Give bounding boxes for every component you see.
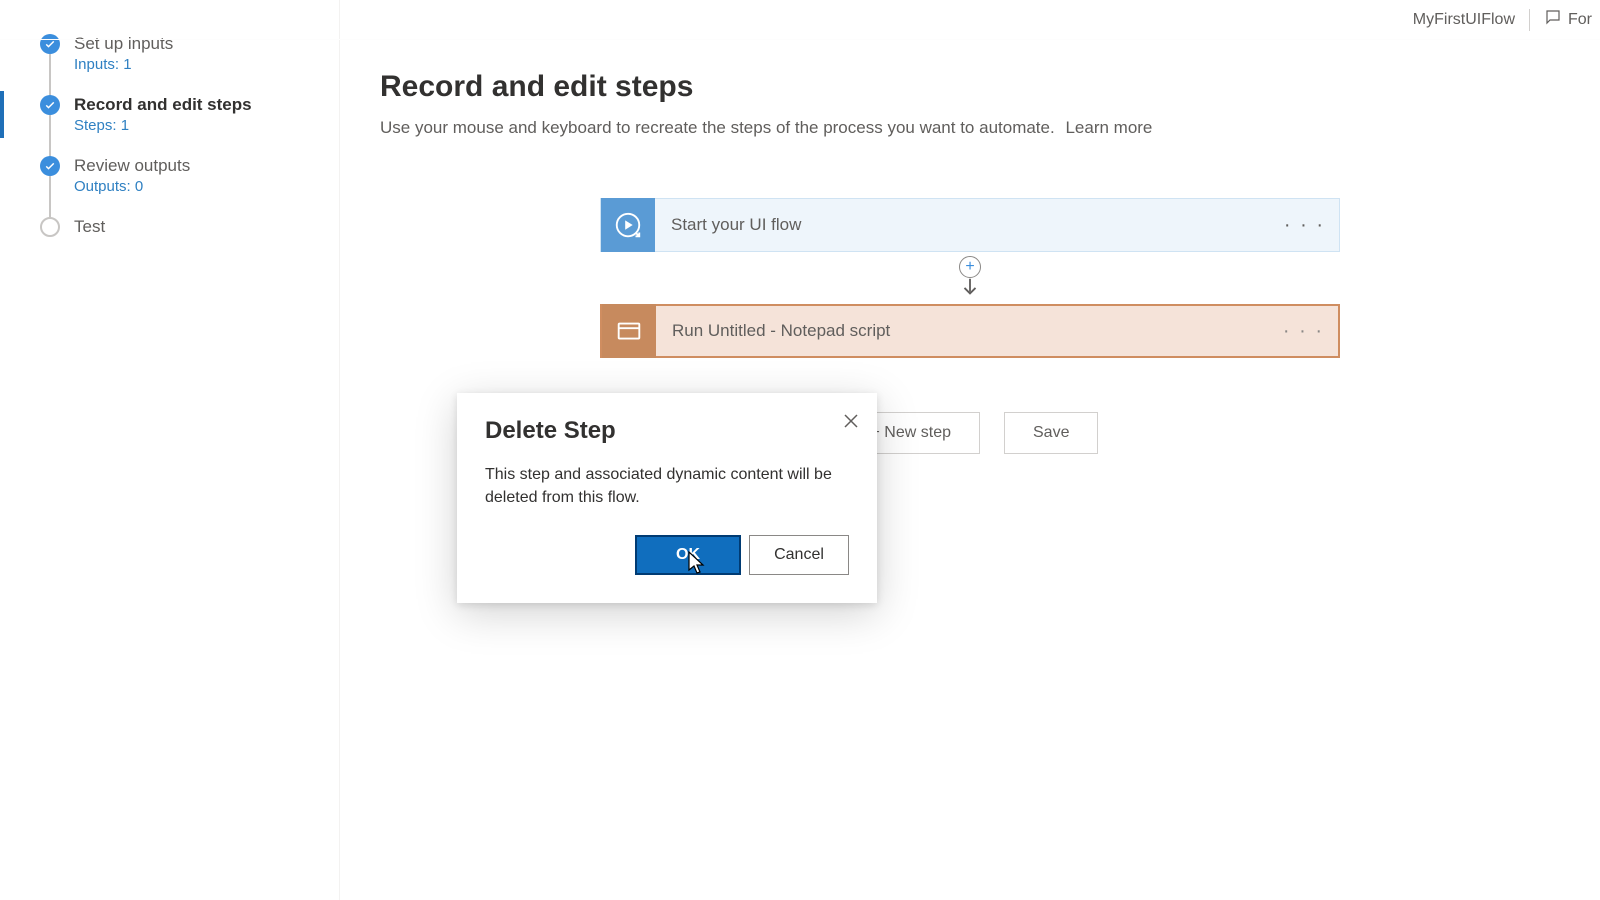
wizard-sidebar: Set up inputs Inputs: 1 Record and edit … xyxy=(0,0,340,900)
step-meta: Inputs: 1 xyxy=(74,56,339,73)
delete-step-dialog: Delete Step This step and associated dyn… xyxy=(457,393,877,603)
step-title: Review outputs xyxy=(74,156,339,176)
play-loop-icon xyxy=(601,198,655,252)
save-button[interactable]: Save xyxy=(1004,412,1098,454)
check-icon xyxy=(40,95,60,115)
ok-button[interactable]: OK xyxy=(635,535,741,575)
empty-step-icon xyxy=(40,217,60,237)
window-icon xyxy=(602,304,656,358)
dialog-body: This step and associated dynamic content… xyxy=(485,463,849,509)
feedback-button[interactable]: For xyxy=(1544,8,1592,31)
step-meta: Outputs: 0 xyxy=(74,178,339,195)
flow-name: MyFirstUIFlow xyxy=(1413,11,1515,29)
step-title: Test xyxy=(74,217,339,237)
header-divider xyxy=(1529,9,1530,31)
feedback-label: For xyxy=(1568,11,1592,29)
page-subtitle: Use your mouse and keyboard to recreate … xyxy=(380,118,1560,138)
add-step-inline[interactable]: + xyxy=(959,256,981,278)
sidebar-item-outputs[interactable]: Review outputs Outputs: 0 xyxy=(40,152,339,213)
flow-start-label: Start your UI flow xyxy=(655,215,801,235)
page-title: Record and edit steps xyxy=(380,70,1560,104)
subtitle-text: Use your mouse and keyboard to recreate … xyxy=(380,118,1055,137)
close-icon xyxy=(843,413,859,434)
ellipsis-icon[interactable]: · · · xyxy=(1284,199,1325,251)
cancel-button[interactable]: Cancel xyxy=(749,535,849,575)
header-bar: MyFirstUIFlow For xyxy=(0,0,1600,40)
sidebar-item-record[interactable]: Record and edit steps Steps: 1 xyxy=(40,91,339,152)
step-title: Record and edit steps xyxy=(74,95,339,115)
flow-connector: + xyxy=(959,252,981,304)
dialog-title: Delete Step xyxy=(485,417,849,445)
step-meta: Steps: 1 xyxy=(74,117,339,134)
check-icon xyxy=(40,156,60,176)
arrow-down-icon xyxy=(959,276,981,298)
close-button[interactable] xyxy=(839,411,863,435)
chat-icon xyxy=(1544,8,1562,31)
dialog-buttons: OK Cancel xyxy=(485,535,849,575)
flow-step-label: Run Untitled - Notepad script xyxy=(656,321,890,341)
ellipsis-icon[interactable]: · · · xyxy=(1283,306,1324,356)
learn-more-link[interactable]: Learn more xyxy=(1065,118,1152,137)
flow-step-notepad[interactable]: Run Untitled - Notepad script · · · xyxy=(600,304,1340,358)
sidebar-item-test[interactable]: Test xyxy=(40,213,339,255)
flow-start-card[interactable]: Start your UI flow · · · xyxy=(600,198,1340,252)
